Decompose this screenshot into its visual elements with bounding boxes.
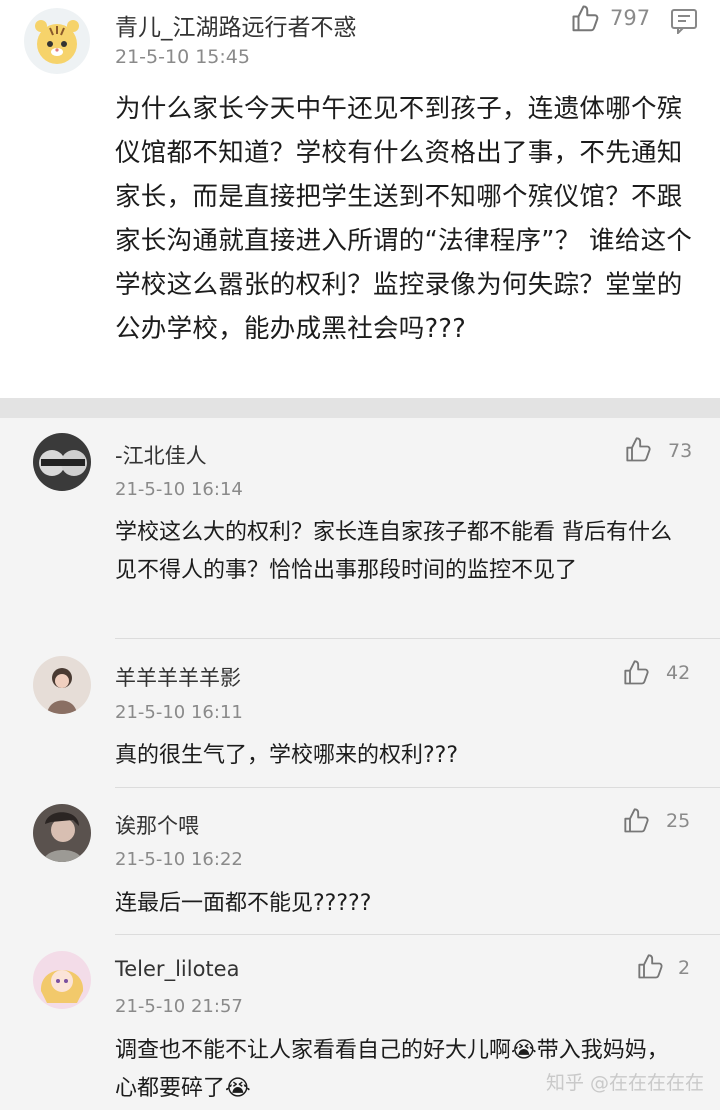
comment-date: 21-5-10 16:14 — [115, 479, 243, 500]
thumbs-up-icon — [624, 660, 649, 685]
avatar[interactable] — [33, 804, 91, 862]
avatar[interactable] — [33, 951, 91, 1009]
like-button[interactable] — [570, 4, 602, 34]
username[interactable]: Teler_lilotea — [115, 957, 239, 981]
section-divider — [0, 398, 720, 418]
like-count: 797 — [610, 6, 651, 30]
comment-text: 连最后一面都不能见????? — [115, 891, 372, 916]
comment-bubble-icon — [671, 9, 697, 36]
username[interactable]: 羊羊羊羊羊影 — [115, 662, 241, 692]
like-button[interactable] — [622, 659, 652, 687]
comment-text: 真的很生气了，学校哪来的权利??? — [115, 743, 459, 768]
like-button[interactable] — [636, 953, 666, 981]
user-avatar-icon — [33, 433, 91, 491]
like-count: 2 — [678, 957, 691, 979]
row-divider — [115, 787, 720, 788]
row-divider — [115, 638, 720, 639]
thumbs-up-icon — [638, 954, 663, 979]
watermark: 知乎 @在在在在在 — [545, 1072, 704, 1094]
username[interactable]: -江北佳人 — [115, 440, 207, 470]
comment-date: 21-5-10 16:22 — [115, 849, 243, 870]
user-avatar-icon — [33, 804, 91, 862]
like-count: 25 — [666, 810, 691, 832]
thumbs-up-icon — [626, 437, 651, 462]
reply-icon[interactable] — [670, 8, 698, 36]
comment-date: 21-5-10 15:45 — [115, 46, 250, 68]
user-avatar-icon — [33, 656, 91, 714]
thumbs-up-icon — [572, 5, 599, 32]
cartoon-tiger-avatar-icon — [24, 8, 90, 74]
user-avatar-icon — [33, 951, 91, 1009]
like-button[interactable] — [622, 807, 652, 835]
like-count: 73 — [668, 440, 693, 462]
username[interactable]: 青儿_江湖路远行者不惑 — [115, 8, 357, 42]
comment-date: 21-5-10 16:11 — [115, 702, 243, 723]
comment-text: 学校这么大的权利？家长连自家孩子都不能看 背后有什么见不得人的事？恰恰出事那段时… — [115, 520, 672, 583]
like-count: 42 — [666, 662, 691, 684]
comment-text: 为什么家长今天中午还见不到孩子，连遗体哪个殡仪馆都不知道？学校有什么资格出了事，… — [115, 94, 693, 344]
avatar[interactable] — [33, 433, 91, 491]
like-button[interactable] — [624, 436, 654, 464]
avatar[interactable] — [22, 8, 92, 74]
comment-date: 21-5-10 21:57 — [115, 996, 243, 1017]
username[interactable]: 诶那个喂 — [115, 810, 199, 840]
thumbs-up-icon — [624, 808, 649, 833]
row-divider — [115, 934, 720, 935]
avatar[interactable] — [33, 656, 91, 714]
